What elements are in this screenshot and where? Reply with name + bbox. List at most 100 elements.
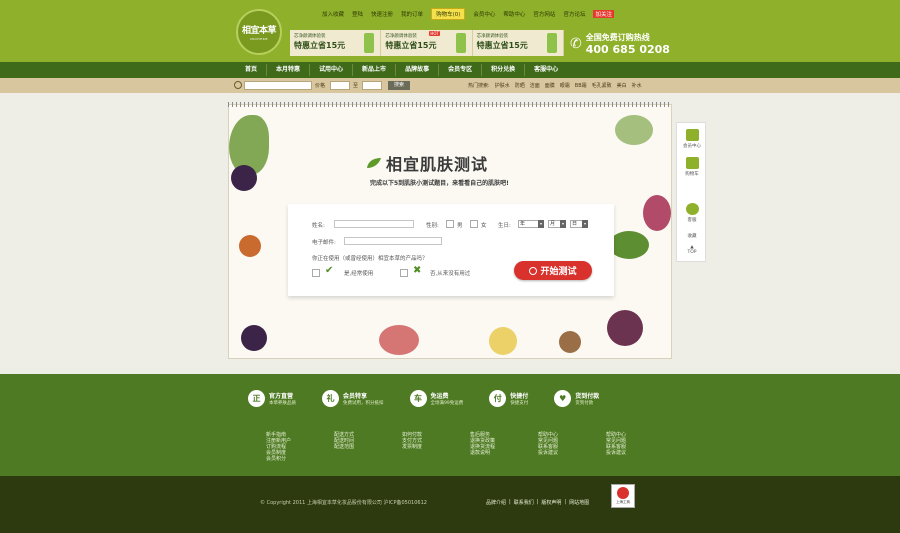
link-column: 配送方式 配送时间 配送范围 <box>334 432 402 462</box>
female-radio[interactable] <box>470 220 478 228</box>
feature-title: 货到付款 <box>575 393 600 400</box>
footer-link[interactable]: 投诉建议 <box>606 450 674 456</box>
top-links: 加入收藏 登陆 快速注册 我的订单 购物车(0) 会员中心 帮助中心 官方网站 … <box>322 8 614 20</box>
no-checkbox[interactable] <box>400 269 408 277</box>
price-max-input[interactable] <box>362 81 382 90</box>
nav-home[interactable]: 首页 <box>236 64 268 76</box>
official-site-link[interactable]: 官方网站 <box>533 10 555 18</box>
sitemap-link[interactable]: 网站地图 <box>569 499 589 506</box>
link-column: 新手指南 注册新用户 订购流程 会员制度 会员积分 <box>266 432 334 462</box>
side-member-center[interactable]: 会员中心 <box>677 129 707 149</box>
footer-link[interactable]: 配送范围 <box>334 444 402 450</box>
email-label: 电子邮件: <box>312 240 336 246</box>
hot-word[interactable]: 眼霜 <box>560 82 570 89</box>
cart-button[interactable]: 购物车(0) <box>431 8 466 20</box>
feature-title: 快捷付 <box>510 393 529 400</box>
register-link[interactable]: 快速注册 <box>371 10 393 18</box>
feature-item: 付 快捷付 快捷支付 <box>489 390 528 407</box>
login-link[interactable]: 登陆 <box>352 10 363 18</box>
plum-illustration <box>241 325 267 351</box>
phone-icon: ✆ <box>570 36 582 52</box>
footer-link[interactable]: 退款说明 <box>470 450 538 456</box>
hot-word[interactable]: 补水 <box>632 82 642 89</box>
contact-link[interactable]: 联系我们 <box>514 499 534 506</box>
business-seal[interactable]: 上海工商 <box>611 484 635 508</box>
flower-illustration <box>379 325 419 355</box>
favorite-link[interactable]: 加入收藏 <box>322 10 344 18</box>
search-bar <box>0 78 900 93</box>
side-toolbar: 会员中心 购物车 客服 收藏 ▲ TOP <box>676 122 706 262</box>
nav-member-zone[interactable]: 会员专区 <box>439 64 483 76</box>
hot-word[interactable]: 护肤水 <box>495 82 510 89</box>
side-favorites[interactable]: 收藏 <box>677 233 707 239</box>
chevron-down-icon: ▾ <box>538 220 544 228</box>
forum-link[interactable]: 官方论坛 <box>563 10 585 18</box>
quiz-title-text: 相宜肌肤测试 <box>386 155 489 174</box>
chevron-down-icon: ▾ <box>560 220 566 228</box>
promo-banner[interactable]: 芯净颜调体验装 特惠立省15元 HOT <box>381 30 473 56</box>
feature-title: 官方直营 <box>269 393 294 400</box>
help-link[interactable]: 帮助中心 <box>503 10 525 18</box>
nav-brand-story[interactable]: 品牌故事 <box>396 64 440 76</box>
feature-desc: 货到付款 <box>575 401 594 406</box>
back-to-top[interactable]: ▲ TOP <box>677 245 707 255</box>
gender-label: 性别: <box>426 223 439 229</box>
promo-banners: 芯净颜调体验装 特惠立省15元 芯净颜调体验装 特惠立省15元 HOT 芯净颜调… <box>290 30 564 56</box>
quiz-form: 姓名: 性别: 男 女 生日: 年 ▾ 月 ▾ 日 ▾ 电子邮件: 你正在使用（… <box>288 204 614 296</box>
product-bottle-icon <box>546 33 557 53</box>
member-link[interactable]: 会员中心 <box>473 10 495 18</box>
feature-item: 正 官方直营 本草养肤品质 <box>248 390 296 407</box>
nav-service-center[interactable]: 客服中心 <box>525 64 567 76</box>
feature-item: 车 免运费 全场满99免运费 <box>409 390 463 407</box>
footer-bottom <box>0 476 900 533</box>
hot-word[interactable]: 毛孔紧致 <box>592 82 612 89</box>
fruit-illustration <box>615 115 653 145</box>
footer-link[interactable]: 会员积分 <box>266 456 334 462</box>
orders-link[interactable]: 我的订单 <box>401 10 423 18</box>
hot-word[interactable]: 美白 <box>617 82 627 89</box>
hot-words: 热门搜索: 护肤水 防晒 洁面 面膜 眼霜 BB霜 毛孔紧致 美白 补水 <box>468 82 642 89</box>
separator: | <box>564 499 567 505</box>
side-service[interactable]: 客服 <box>677 203 707 223</box>
price-min-input[interactable] <box>330 81 350 90</box>
follow-button[interactable]: 加关注 <box>593 10 614 18</box>
check-icon: ✔ <box>325 265 334 276</box>
side-cart[interactable]: 购物车 <box>677 157 707 177</box>
feature-desc: 免费试用，积分抵扣 <box>343 401 384 406</box>
search-button[interactable]: 搜索 <box>388 81 410 90</box>
search-input[interactable] <box>244 81 312 90</box>
footer-links: 品牌介绍 | 联系我们 | 版权声明 | 网站地图 <box>486 499 589 506</box>
male-radio[interactable] <box>446 220 454 228</box>
feature-title: 会员特享 <box>343 393 368 400</box>
nav-monthly-deals[interactable]: 本月特惠 <box>267 64 311 76</box>
promo-banner[interactable]: 芯净颜调体验装 特惠立省15元 <box>473 30 564 56</box>
copyright: © Copyright 2011 上海相宜本草化妆品股份有限公司 沪ICP备05… <box>260 500 427 506</box>
plum-illustration <box>231 165 257 191</box>
no-label: 否,从来没有用过 <box>430 271 471 277</box>
brand-intro-link[interactable]: 品牌介绍 <box>486 499 506 506</box>
nav-new-products[interactable]: 新品上市 <box>353 64 397 76</box>
hot-word[interactable]: BB霜 <box>575 82 587 89</box>
promo-banner[interactable]: 芯净颜调体验装 特惠立省15元 <box>290 30 382 56</box>
feature-item: 礼 会员特享 免费试用，积分抵扣 <box>322 390 384 407</box>
feature-desc: 快捷支付 <box>510 401 529 406</box>
cross-icon: ✖ <box>413 265 422 276</box>
footer-link[interactable]: 投诉建议 <box>538 450 606 456</box>
birthday-label: 生日: <box>498 223 511 229</box>
nav-trial-center[interactable]: 试用中心 <box>310 64 354 76</box>
leaf-illustration <box>609 231 649 259</box>
cart-count: 0 <box>454 12 459 18</box>
hot-word[interactable]: 洁面 <box>530 82 540 89</box>
hot-word[interactable]: 面膜 <box>545 82 555 89</box>
start-test-button[interactable]: 开始测试 <box>514 261 592 280</box>
feature-desc: 本草养肤品质 <box>269 401 296 406</box>
copyright-link[interactable]: 版权声明 <box>541 499 561 506</box>
logo[interactable]: 相宜本草 INOHERB <box>236 9 282 55</box>
yes-checkbox[interactable] <box>312 269 320 277</box>
email-input[interactable] <box>344 237 442 245</box>
footer-link[interactable]: 发票制度 <box>402 444 470 450</box>
hot-word[interactable]: 防晒 <box>515 82 525 89</box>
name-input[interactable] <box>334 220 414 228</box>
hotline-number: 400 685 0208 <box>585 43 670 56</box>
nav-points-exchange[interactable]: 积分兑换 <box>482 64 526 76</box>
